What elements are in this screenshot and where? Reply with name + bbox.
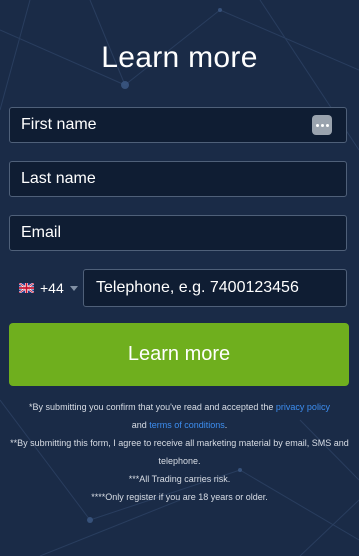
- last-name-field[interactable]: [9, 161, 347, 197]
- disclaimer-text: .: [224, 420, 228, 430]
- phone-row: +44: [9, 269, 347, 307]
- disclaimer-line-1: *By submitting you confirm that you've r…: [4, 398, 355, 434]
- terms-link[interactable]: terms of conditions: [149, 420, 225, 430]
- privacy-policy-link[interactable]: privacy policy: [276, 402, 330, 412]
- disclaimer-text: *By submitting you confirm that you've r…: [29, 402, 274, 412]
- last-name-input[interactable]: [10, 162, 346, 196]
- email-field[interactable]: [9, 215, 347, 251]
- disclaimer-text: and: [131, 420, 147, 430]
- disclaimer: *By submitting you confirm that you've r…: [4, 398, 355, 506]
- country-code-selector[interactable]: +44: [9, 269, 81, 307]
- signup-form: Learn more +44 Learn more *By submi: [0, 0, 359, 556]
- form-title: Learn more: [101, 41, 258, 74]
- disclaimer-line-3: ***All Trading carries risk.: [128, 474, 231, 484]
- email-input[interactable]: [10, 216, 346, 250]
- disclaimer-line-2: **By submitting this form, I agree to re…: [10, 438, 349, 466]
- first-name-field[interactable]: [9, 107, 347, 143]
- disclaimer-line-4: ****Only register if you are 18 years or…: [91, 492, 268, 502]
- dial-code: +44: [40, 280, 64, 296]
- password-manager-icon[interactable]: [312, 115, 332, 135]
- uk-flag-icon: [19, 283, 34, 293]
- first-name-input[interactable]: [10, 108, 346, 142]
- telephone-field[interactable]: [83, 269, 347, 307]
- telephone-input[interactable]: [84, 270, 346, 306]
- chevron-down-icon: [69, 285, 78, 291]
- learn-more-button[interactable]: Learn more: [9, 323, 349, 386]
